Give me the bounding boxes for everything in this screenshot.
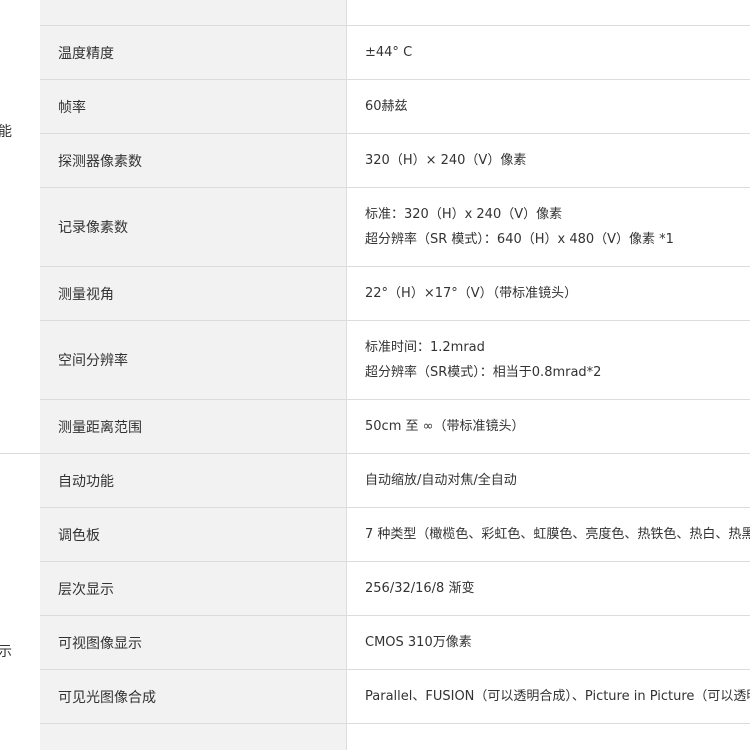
spec-value: Parallel、FUSION（可以透明合成）、Picture in Pictu… xyxy=(365,689,750,704)
spec-value: 自动缩放/自动对焦/全自动 xyxy=(365,473,517,488)
spec-value: 7 种类型（橄榄色、彩虹色、虹膜色、亮度色、热铁色、热白、热黑） xyxy=(365,527,750,542)
spec-table: 能 示 温度精度 ±44° C 帧率 60赫兹 探测器像素数 320（H）× 2… xyxy=(0,0,750,750)
category-label-display: 示 xyxy=(0,644,12,660)
spec-name: 温度精度 xyxy=(40,26,347,79)
spec-name: 记录像素数 xyxy=(40,188,347,266)
table-row: 可见光图像合成 Parallel、FUSION（可以透明合成）、Picture … xyxy=(40,670,750,724)
spec-name: 可视图像显示 xyxy=(40,616,347,669)
spec-name: 探测器像素数 xyxy=(40,134,347,187)
spec-name: 测量距离范围 xyxy=(40,400,347,453)
table-row: 帧率 60赫兹 xyxy=(40,80,750,134)
table-row: 测量视角 22°（H）×17°（V）（带标准镜头） xyxy=(40,267,750,321)
spec-value: ±44° C xyxy=(365,45,413,60)
table-row: 温度精度 ±44° C xyxy=(40,26,750,80)
table-row: 可视图像显示 CMOS 310万像素 xyxy=(40,616,750,670)
spec-value xyxy=(347,724,750,750)
spec-name: 自动功能 xyxy=(40,454,347,507)
category-label-performance: 能 xyxy=(0,124,12,140)
spec-name xyxy=(40,724,347,750)
table-row: 空间分辨率 标准时间：1.2mrad 超分辨率（SR模式）：相当于0.8mrad… xyxy=(40,321,750,400)
spec-value: 标准时间：1.2mrad 超分辨率（SR模式）：相当于0.8mrad*2 xyxy=(365,340,602,380)
spec-value: 320（H）× 240（V）像素 xyxy=(365,153,527,168)
table-row: 层次显示 256/32/16/8 渐变 xyxy=(40,562,750,616)
spec-value xyxy=(347,0,750,25)
spec-name: 层次显示 xyxy=(40,562,347,615)
spec-value: CMOS 310万像素 xyxy=(365,635,472,650)
table-row: 调色板 7 种类型（橄榄色、彩虹色、虹膜色、亮度色、热铁色、热白、热黑） xyxy=(40,508,750,562)
spec-name: 空间分辨率 xyxy=(40,321,347,399)
table-row xyxy=(40,0,750,26)
category-separator xyxy=(0,453,40,454)
spec-value: 256/32/16/8 渐变 xyxy=(365,581,475,596)
table-row: 记录像素数 标准：320（H）x 240（V）像素 超分辨率（SR 模式）：64… xyxy=(40,188,750,267)
table-row: 探测器像素数 320（H）× 240（V）像素 xyxy=(40,134,750,188)
table-row xyxy=(40,724,750,750)
spec-value: 标准：320（H）x 240（V）像素 超分辨率（SR 模式）：640（H）x … xyxy=(365,207,674,247)
spec-value: 22°（H）×17°（V）（带标准镜头） xyxy=(365,286,578,301)
spec-value: 60赫兹 xyxy=(365,99,408,114)
table-row: 测量距离范围 50cm 至 ∞（带标准镜头） xyxy=(40,400,750,454)
spec-name: 调色板 xyxy=(40,508,347,561)
category-column: 能 示 xyxy=(0,0,40,750)
spec-name: 测量视角 xyxy=(40,267,347,320)
spec-name: 帧率 xyxy=(40,80,347,133)
spec-name xyxy=(40,0,347,25)
spec-name: 可见光图像合成 xyxy=(40,670,347,723)
table-row: 自动功能 自动缩放/自动对焦/全自动 xyxy=(40,454,750,508)
spec-value: 50cm 至 ∞（带标准镜头） xyxy=(365,419,525,434)
